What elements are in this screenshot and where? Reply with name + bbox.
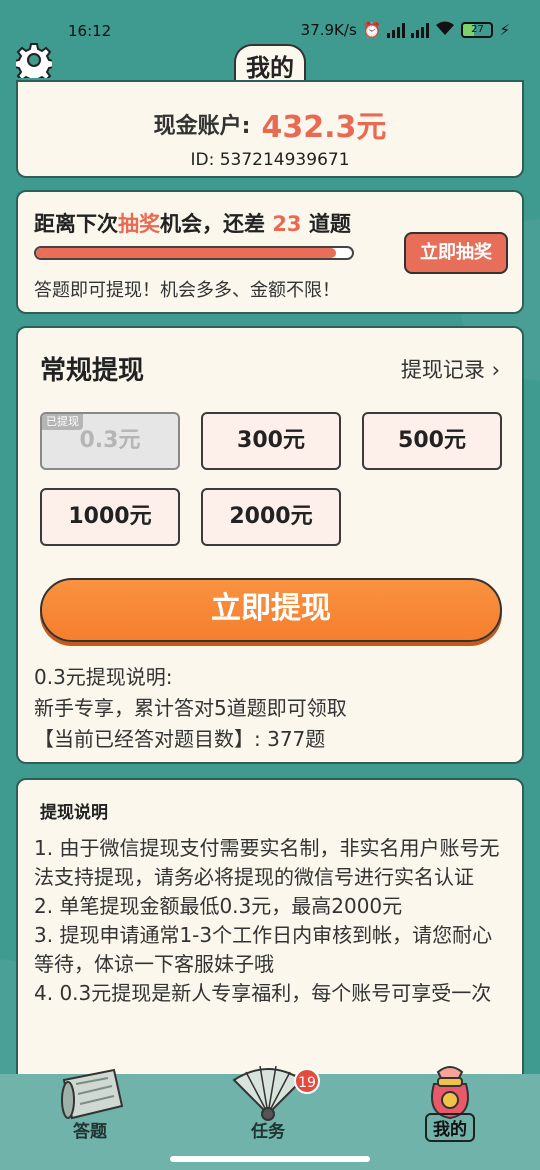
lottery-description: 答题即可提现！机会多多、金额不限！	[34, 280, 340, 301]
lottery-title-prefix: 距离下次	[34, 212, 118, 236]
alarm-icon: ⏰	[362, 21, 382, 39]
task-badge: 19	[294, 1068, 320, 1094]
signal-icon	[387, 22, 406, 38]
chevron-right-icon: ›	[484, 358, 500, 382]
notes-line: 2. 单笔提现金额最低0.3元，最高2000元	[34, 894, 403, 918]
notes-line: 3. 提现申请通常1-3个工作日内审核到帐，请您耐心等待，体谅一下客服妹子哦	[34, 923, 493, 976]
notes-line: 4. 0.3元提现是新人专享福利，每个账号可享受一次	[34, 981, 492, 1005]
lottery-remaining: 23	[272, 212, 302, 236]
withdraw-notes-card: 提现说明 1. 由于微信提现支付需要实名制，非实名用户账号无法支持提现，请务必将…	[16, 778, 524, 1098]
header: 我的	[0, 42, 540, 85]
home-indicator[interactable]	[170, 1156, 370, 1162]
amount-label: 2000元	[229, 504, 313, 529]
amount-label: 1000元	[68, 504, 152, 529]
amount-label: 500元	[398, 428, 466, 453]
status-icons: 37.9K/s ⏰ 27 ⚡	[301, 20, 510, 40]
page-title: 我的	[234, 44, 306, 85]
lottery-card: 距离下次抽奖机会，还差 23 道题 立即抽奖 答题即可提现！机会多多、金额不限！	[16, 190, 524, 314]
amount-option-2[interactable]: 500元	[362, 412, 502, 470]
withdraw-info-line: 0.3元提现说明:	[34, 665, 173, 689]
nav-item-mine[interactable]: 我的	[390, 1066, 510, 1170]
withdraw-button[interactable]: 立即提现	[40, 578, 502, 642]
account-label: 现金账户:	[153, 114, 251, 139]
amount-option-1[interactable]: 300元	[201, 412, 341, 470]
lottery-progress-bar	[34, 246, 354, 260]
amount-label: 0.3元	[79, 428, 141, 453]
signal-icon-2	[411, 22, 430, 38]
withdraw-info-line: 【当前已经答对题目数】: 377题	[34, 727, 326, 751]
withdraw-info: 0.3元提现说明: 新手专享，累计答对5道题即可领取 【当前已经答对题目数】: …	[34, 662, 347, 755]
notes-line: 1. 由于微信提现支付需要实名制，非实名用户账号无法支持提现，请务必将提现的微信…	[34, 836, 500, 889]
battery-icon: 27	[461, 22, 494, 38]
withdraw-card: 常规提现 提现记录 › 已提现 0.3元 300元 500元 1000元 200…	[16, 326, 524, 764]
amount-label: 300元	[237, 428, 305, 453]
charging-icon: ⚡	[499, 21, 510, 39]
gear-icon[interactable]	[13, 42, 55, 85]
lottery-title-suffix: 道题	[301, 212, 351, 236]
lottery-title-middle: 机会，还差	[160, 212, 273, 236]
notes-title: 提现说明	[40, 803, 108, 823]
withdraw-info-line: 新手专享，累计答对5道题即可领取	[34, 696, 347, 720]
withdraw-title: 常规提现	[40, 356, 145, 386]
account-card: 现金账户: 432.3元 ID: 537214939671	[16, 80, 524, 178]
nav-label: 任务	[251, 1122, 285, 1142]
nav-label: 答题	[73, 1122, 107, 1142]
account-balance: 432.3元	[261, 110, 387, 145]
lottery-title-highlight: 抽奖	[118, 212, 160, 236]
notes-body: 1. 由于微信提现支付需要实名制，非实名用户账号无法支持提现，请务必将提现的微信…	[34, 834, 510, 1008]
amount-option-0[interactable]: 已提现 0.3元	[40, 412, 180, 470]
wifi-icon	[435, 20, 455, 40]
net-speed: 37.9K/s	[300, 21, 357, 39]
withdrawn-tag: 已提现	[42, 414, 83, 430]
lottery-title: 距离下次抽奖机会，还差 23 道题	[34, 208, 351, 238]
amount-option-3[interactable]: 1000元	[40, 488, 180, 546]
status-time: 16:12	[68, 22, 112, 40]
nav-item-answer[interactable]: 答题	[30, 1068, 150, 1170]
account-balance-row: 现金账户: 432.3元	[18, 102, 522, 146]
amount-option-4[interactable]: 2000元	[201, 488, 341, 546]
lottery-button[interactable]: 立即抽奖	[404, 232, 508, 274]
withdraw-record-link[interactable]: 提现记录 ›	[401, 354, 500, 384]
withdraw-record-label: 提现记录	[400, 358, 485, 382]
lottery-progress-fill	[36, 248, 337, 258]
user-id: ID: 537214939671	[190, 150, 350, 170]
nav-label: 我的	[425, 1113, 475, 1142]
